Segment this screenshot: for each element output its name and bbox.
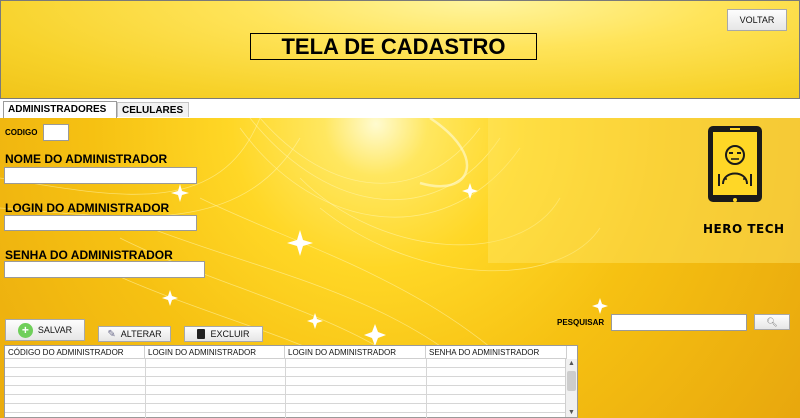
delete-button[interactable]: EXCLUIR xyxy=(184,326,263,342)
code-input[interactable] xyxy=(43,124,69,141)
tab-bar: ADMINISTRADORES CELULARES xyxy=(0,101,800,119)
table-row[interactable] xyxy=(5,404,567,413)
scroll-up-arrow[interactable]: ▲ xyxy=(566,359,577,368)
table-row[interactable] xyxy=(5,386,567,395)
magnifier-icon: 🔍︎ xyxy=(766,316,778,327)
scroll-down-arrow[interactable]: ▼ xyxy=(566,408,577,417)
table-header-password[interactable]: SENHA DO ADMINISTRADOR xyxy=(426,346,567,359)
search-input[interactable] xyxy=(611,314,747,331)
scroll-thumb[interactable] xyxy=(567,371,576,391)
pencil-icon: ✎ xyxy=(107,328,116,340)
password-label: SENHA DO ADMINISTRADOR xyxy=(5,248,173,262)
back-button[interactable]: VOLTAR xyxy=(727,9,787,31)
plus-circle-icon: + xyxy=(17,322,33,338)
tab-administradores[interactable]: ADMINISTRADORES xyxy=(3,101,117,119)
table-header-login-2[interactable]: LOGIN DO ADMINISTRADOR xyxy=(285,346,426,359)
tab-celulares[interactable]: CELULARES xyxy=(117,102,189,117)
edit-label: ALTERAR xyxy=(120,329,162,339)
name-label: NOME DO ADMINISTRADOR xyxy=(5,152,168,166)
table-header-code[interactable]: CÓDIGO DO ADMINISTRADOR xyxy=(5,346,145,359)
administrators-table: CÓDIGO DO ADMINISTRADOR LOGIN DO ADMINIS… xyxy=(4,345,578,418)
page-title: TELA DE CADASTRO xyxy=(250,33,537,60)
save-label: SALVAR xyxy=(37,325,73,335)
table-row[interactable] xyxy=(5,368,567,377)
table-row[interactable] xyxy=(5,359,567,368)
name-input[interactable] xyxy=(4,167,197,184)
delete-label: EXCLUIR xyxy=(210,329,250,339)
header-bar: TELA DE CADASTRO VOLTAR xyxy=(0,0,800,99)
password-input[interactable] xyxy=(4,261,205,278)
save-button[interactable]: + SALVAR xyxy=(5,319,85,341)
trash-icon xyxy=(197,329,206,339)
edit-button[interactable]: ✎ ALTERAR xyxy=(98,326,171,342)
search-button[interactable]: 🔍︎ xyxy=(754,314,790,330)
form-panel: CODIGO NOME DO ADMINISTRADOR LOGIN DO AD… xyxy=(0,118,800,418)
table-header-login[interactable]: LOGIN DO ADMINISTRADOR xyxy=(145,346,285,359)
brand-name: HERO TECH xyxy=(703,222,785,236)
login-input[interactable] xyxy=(4,215,197,231)
login-label: LOGIN DO ADMINISTRADOR xyxy=(5,201,170,215)
table-scrollbar[interactable]: ▲ ▼ xyxy=(565,359,577,417)
table-row[interactable] xyxy=(5,395,567,404)
code-label: CODIGO xyxy=(5,128,38,137)
phone-hero-icon xyxy=(708,126,762,202)
table-row[interactable] xyxy=(5,377,567,386)
search-label: PESQUISAR xyxy=(557,318,605,327)
